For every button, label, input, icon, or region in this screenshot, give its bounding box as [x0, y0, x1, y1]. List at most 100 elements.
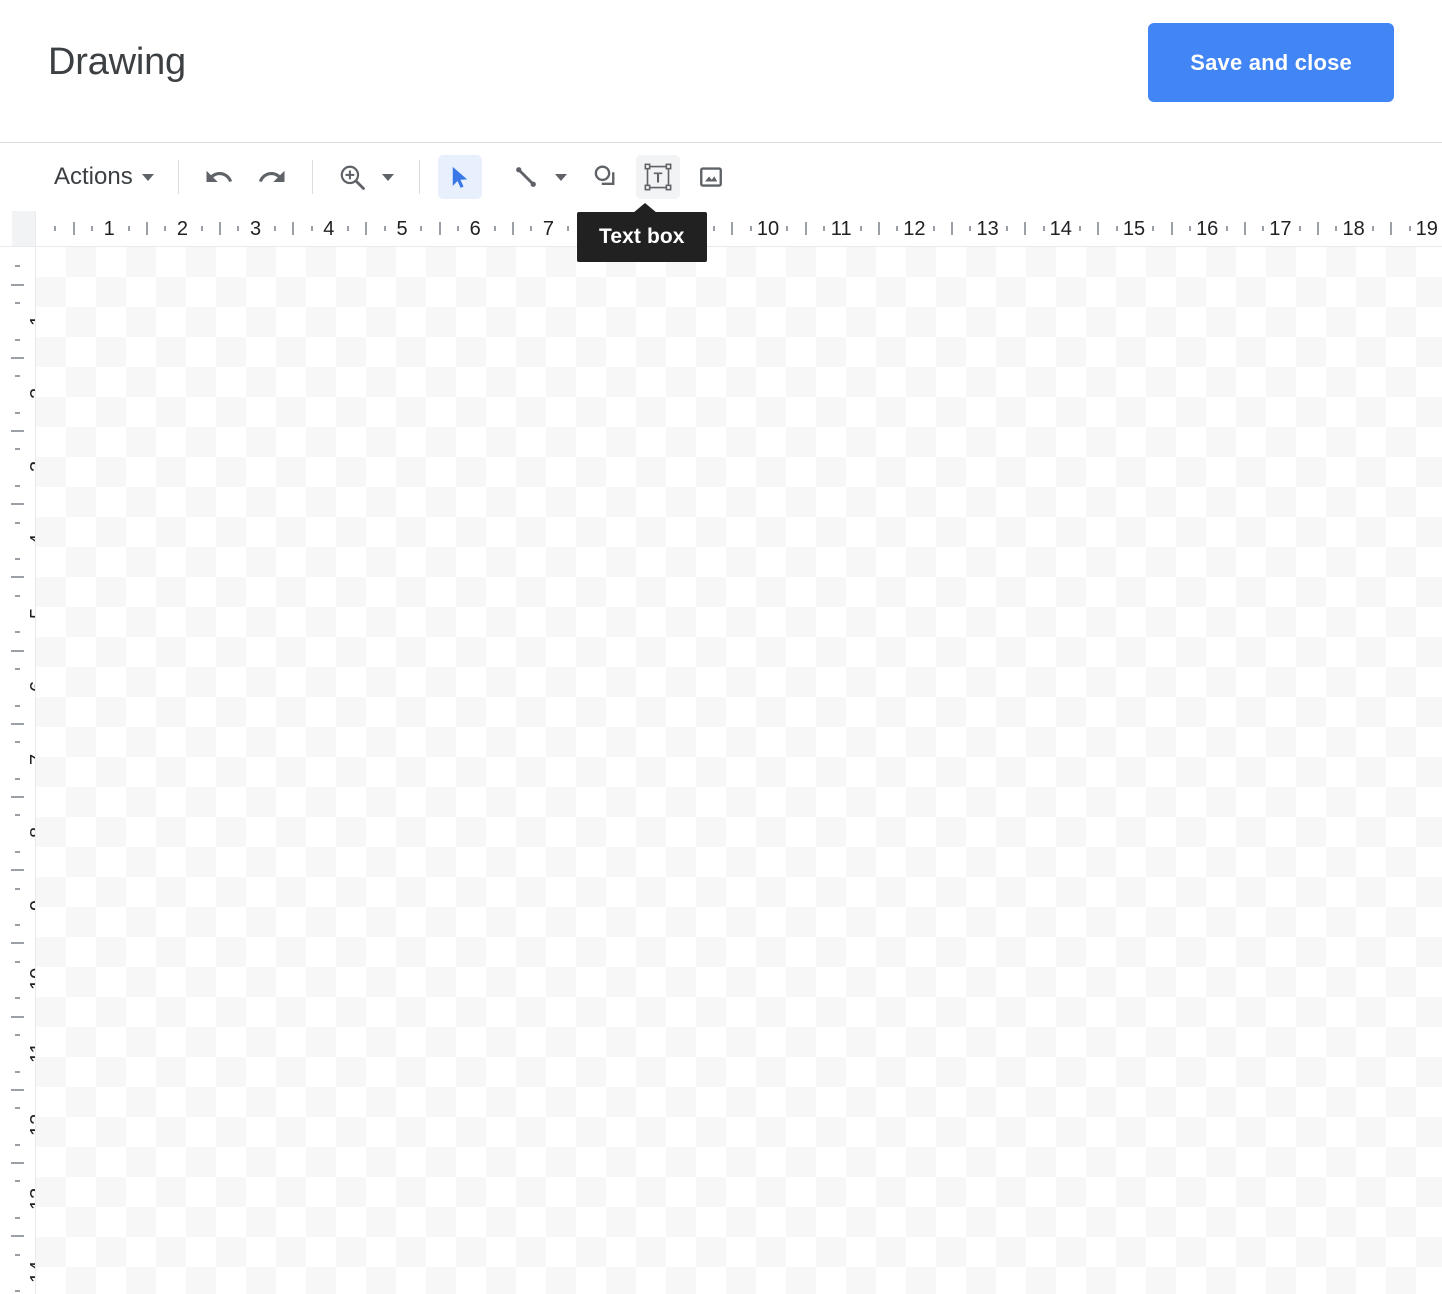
ruler-tick	[237, 226, 240, 231]
ruler-tick	[127, 226, 130, 231]
redo-icon	[258, 170, 285, 182]
zoom-button[interactable]	[331, 155, 375, 199]
ruler-h-label: 19	[1415, 218, 1438, 240]
ruler-tick	[493, 226, 496, 231]
ruler-tick	[72, 222, 75, 235]
ruler-tick	[456, 226, 459, 231]
ruler-tick	[420, 226, 423, 231]
ruler-tick	[15, 1070, 20, 1073]
ruler-tick	[15, 814, 20, 817]
ruler-tick	[1335, 226, 1338, 231]
ruler-tick	[1042, 226, 1045, 231]
drawing-canvas[interactable]	[36, 247, 1442, 1294]
ruler-corner	[0, 211, 36, 247]
page-title: Drawing	[48, 41, 186, 83]
ruler-tick	[822, 226, 825, 231]
ruler-tick	[1262, 226, 1265, 231]
ruler-tick	[11, 576, 24, 579]
drawing-toolbar: Actions T	[0, 143, 1442, 211]
ruler-h-label: 6	[469, 218, 481, 240]
ruler-tick	[1390, 222, 1393, 235]
ruler-h-label: 13	[976, 218, 999, 240]
ruler-h-label: 14	[1049, 218, 1072, 240]
vertical-ruler[interactable]: 1234567891011121314	[0, 247, 36, 1294]
ruler-tick	[15, 997, 20, 1000]
drawing-work-area: 12345678910111213141516171819 1234567891…	[0, 211, 1442, 1294]
ruler-tick	[383, 226, 386, 231]
line-dropdown-button[interactable]	[548, 155, 574, 199]
ruler-tick	[11, 283, 24, 286]
shape-icon	[594, 165, 615, 185]
text-box-icon: T	[644, 163, 672, 191]
ruler-v-label: 5	[27, 607, 35, 618]
ruler-tick	[969, 226, 972, 231]
ruler-tick	[219, 222, 221, 235]
ruler-tick	[530, 226, 533, 231]
ruler-h-label: 18	[1342, 218, 1365, 240]
ruler-tick	[786, 226, 789, 231]
ruler-h-label: 15	[1122, 218, 1146, 240]
image-tool[interactable]	[689, 155, 733, 199]
tooltip-label: Text box	[577, 212, 707, 262]
undo-button[interactable]	[197, 155, 241, 199]
ruler-v-label: 11	[27, 1041, 36, 1063]
ruler-tick	[1115, 226, 1118, 231]
ruler-tick	[15, 704, 20, 707]
ruler-v-label: 13	[27, 1187, 36, 1210]
ruler-tick	[15, 338, 20, 341]
ruler-tick	[15, 667, 20, 670]
horizontal-ruler[interactable]: 12345678910111213141516171819	[36, 211, 1442, 247]
ruler-tick	[438, 222, 441, 235]
ruler-tick	[1188, 226, 1191, 231]
toolbar-divider	[311, 160, 313, 194]
ruler-tick	[1079, 226, 1082, 231]
ruler-tick	[15, 484, 20, 487]
select-tool[interactable]	[437, 155, 482, 199]
ruler-h-label: 2	[176, 218, 188, 240]
ruler-tick	[15, 1033, 20, 1036]
ruler-tick	[11, 796, 24, 798]
actions-menu[interactable]: Actions	[48, 159, 160, 195]
ruler-tick	[15, 521, 20, 524]
ruler-tick	[1097, 222, 1100, 235]
chevron-down-icon	[381, 173, 394, 181]
toolbar-divider	[177, 160, 179, 194]
ruler-tick	[15, 448, 20, 451]
ruler-tick	[15, 887, 20, 890]
ruler-tick	[310, 226, 313, 231]
zoom-in-icon	[340, 165, 366, 190]
chevron-down-icon	[554, 173, 567, 181]
ruler-h-label: 16	[1196, 218, 1219, 240]
tooltip-arrow-icon	[633, 203, 657, 213]
ruler-v-label: 10	[27, 967, 36, 990]
ruler-tick	[859, 226, 862, 231]
ruler-tick	[804, 222, 807, 235]
ruler-tick	[15, 265, 20, 268]
ruler-h-label: 4	[323, 218, 335, 240]
ruler-v-label: 2	[27, 388, 35, 399]
svg-text:T: T	[653, 171, 662, 187]
redo-button[interactable]	[250, 155, 294, 199]
ruler-tick	[15, 1143, 20, 1146]
ruler-v-label: 4	[27, 534, 35, 545]
ruler-tick	[896, 226, 899, 231]
ruler-tick	[15, 375, 20, 378]
ruler-tick	[11, 722, 24, 725]
ruler-tick	[15, 1216, 20, 1219]
cursor-arrow-icon	[452, 166, 468, 188]
ruler-tick	[54, 226, 57, 231]
ruler-tick	[11, 1088, 24, 1091]
ruler-tick	[1170, 222, 1173, 235]
ruler-tick	[15, 1253, 20, 1256]
ruler-tick	[15, 960, 20, 963]
shape-tool[interactable]	[583, 155, 627, 199]
save-and-close-button[interactable]: Save and close	[1148, 23, 1394, 102]
text-box-tool[interactable]: T	[635, 155, 680, 199]
zoom-dropdown-button[interactable]	[375, 155, 401, 199]
ruler-tick	[90, 226, 93, 231]
ruler-h-label: 3	[250, 218, 262, 240]
ruler-tick	[15, 411, 20, 414]
ruler-h-label: 11	[830, 218, 852, 240]
ruler-tick	[1408, 226, 1411, 231]
line-tool[interactable]	[504, 155, 548, 199]
